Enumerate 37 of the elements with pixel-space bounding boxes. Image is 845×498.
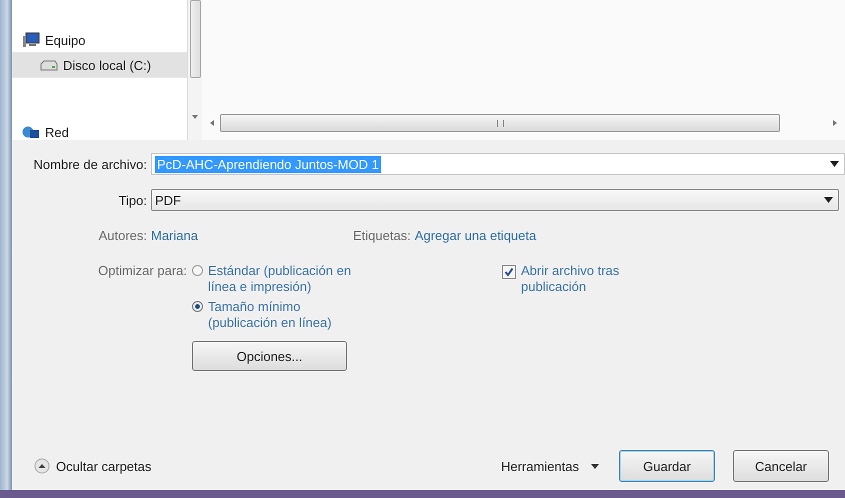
computer-icon bbox=[22, 32, 40, 48]
radio-button[interactable] bbox=[192, 265, 203, 276]
authors-label: Autores: bbox=[98, 228, 148, 243]
scroll-right-icon[interactable] bbox=[831, 119, 839, 127]
authors-value[interactable]: Mariana bbox=[151, 228, 198, 243]
cancel-button[interactable]: Cancelar bbox=[733, 450, 829, 482]
type-dropdown[interactable]: PDF bbox=[151, 189, 839, 211]
collapse-icon bbox=[34, 458, 50, 474]
field-label: Tipo: bbox=[118, 192, 148, 208]
hide-folders-button[interactable]: Ocultar carpetas bbox=[12, 458, 152, 474]
nav-label: Equipo bbox=[45, 32, 86, 48]
scroll-down-icon[interactable] bbox=[191, 114, 199, 120]
radio-button[interactable] bbox=[192, 301, 203, 312]
scrollbar-thumb[interactable] bbox=[190, 0, 200, 78]
tags-link[interactable]: Agregar una etiqueta bbox=[414, 228, 536, 243]
scroll-left-icon[interactable] bbox=[208, 119, 216, 127]
drive-icon bbox=[40, 59, 58, 71]
options-button[interactable]: Opciones... bbox=[192, 341, 347, 371]
nav-label: Red bbox=[45, 124, 69, 140]
optimize-label: Optimizar para: bbox=[97, 263, 188, 280]
checkbox[interactable] bbox=[502, 265, 516, 279]
radio-label[interactable]: Estándar (publicación en línea e impresión) bbox=[208, 263, 352, 295]
tools-menu[interactable]: Herramientas bbox=[500, 458, 599, 474]
checkbox-label[interactable]: Abrir archivo tras publicación bbox=[521, 263, 651, 295]
dropdown-icon[interactable] bbox=[830, 161, 839, 167]
nav-item[interactable]: Disco local (C:) bbox=[12, 52, 187, 78]
tags-label: Etiquetas: bbox=[352, 228, 412, 243]
radio-label[interactable]: Tamaño mínimo (publicación en línea) bbox=[208, 299, 352, 331]
dropdown-icon[interactable] bbox=[824, 197, 833, 203]
nav-item[interactable]: Red bbox=[12, 120, 187, 144]
nav-label: Disco local (C:) bbox=[63, 58, 152, 72]
scrollbar-thumb[interactable] bbox=[220, 114, 780, 132]
network-icon bbox=[22, 125, 40, 139]
field-label: Nombre de archivo: bbox=[32, 156, 148, 172]
save-button[interactable]: Guardar bbox=[619, 450, 715, 482]
nav-item[interactable]: Equipo bbox=[12, 28, 187, 52]
dropdown-icon bbox=[591, 464, 599, 468]
